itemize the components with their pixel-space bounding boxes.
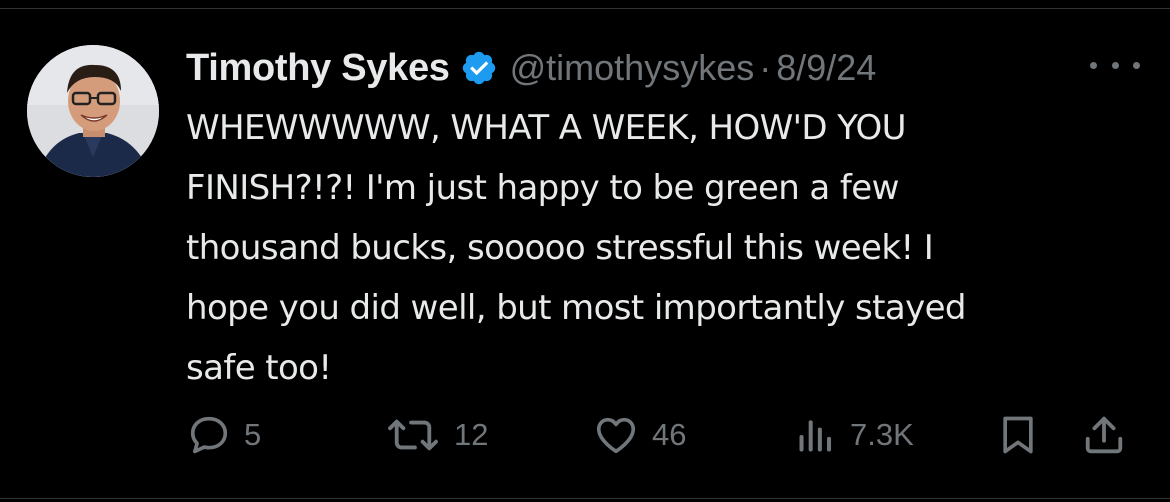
like-button[interactable]: 46: [592, 408, 686, 462]
action-bar: 5 12 46 7.3K: [0, 408, 1170, 462]
bookmark-icon: [996, 412, 1040, 458]
avatar-photo: [27, 45, 159, 177]
tweet-header: Timothy Sykes @timothysykes · 8/9/24: [186, 40, 876, 96]
repost-count: 12: [454, 417, 489, 452]
views-bar-chart-icon: [794, 412, 838, 458]
reply-button[interactable]: 5: [186, 408, 261, 462]
repost-button[interactable]: 12: [384, 408, 488, 462]
avatar[interactable]: [27, 45, 159, 177]
author-handle[interactable]: @timothysykes: [510, 47, 755, 89]
views-button[interactable]: 7.3K: [794, 408, 914, 462]
views-count: 7.3K: [850, 417, 914, 452]
verified-badge-icon[interactable]: [460, 49, 498, 87]
tweet-text: WHEWWWWW, WHAT A WEEK, HOW'D YOU FINISH?…: [186, 108, 966, 388]
separator-dot: ·: [759, 47, 772, 88]
reply-bubble-icon: [186, 412, 232, 458]
heart-icon: [592, 412, 640, 458]
author-display-name[interactable]: Timothy Sykes: [186, 47, 450, 90]
reply-count: 5: [244, 417, 262, 452]
bookmark-button[interactable]: [996, 408, 1040, 462]
bottom-divider: [0, 498, 1170, 499]
share-button[interactable]: [1080, 408, 1128, 462]
share-upload-icon: [1080, 412, 1128, 458]
more-horizontal-icon[interactable]: [1090, 50, 1140, 80]
tweet-date[interactable]: 8/9/24: [776, 47, 876, 89]
repost-arrows-icon: [384, 412, 442, 458]
like-count: 46: [652, 417, 687, 452]
top-divider: [0, 8, 1170, 9]
